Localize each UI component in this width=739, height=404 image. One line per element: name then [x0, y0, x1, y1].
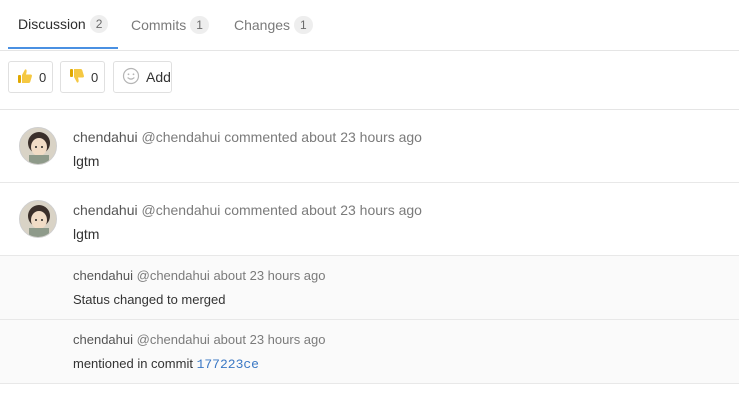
tab-discussion[interactable]: Discussion 2: [8, 0, 119, 49]
note-author[interactable]: chendahui: [73, 332, 133, 347]
tab-changes-label: Changes: [234, 16, 291, 33]
thumbs-up-award-button[interactable]: 0: [8, 61, 53, 93]
note-action: commented: [224, 129, 298, 145]
note-comment: chendahui @chendahui commented about 23 …: [0, 183, 739, 256]
note-handle[interactable]: @chendahui: [142, 202, 221, 218]
tab-commits-count: 1: [190, 15, 209, 34]
note-author[interactable]: chendahui: [73, 129, 138, 145]
tab-discussion-count: 2: [89, 14, 109, 33]
avatar[interactable]: [19, 127, 57, 165]
note-body: mentioned in commit 177223ce: [73, 356, 259, 372]
note-timestamp[interactable]: about 23 hours ago: [301, 202, 422, 218]
tab-commits[interactable]: Commits 1: [131, 0, 209, 49]
award-bar: 0 0 Add: [0, 50, 739, 110]
add-award-label: Add: [146, 69, 171, 85]
merge-request-tabs: Discussion 2 Commits 1 Changes 1: [0, 0, 739, 51]
note-action: commented: [224, 202, 298, 218]
tab-changes-count: 1: [294, 15, 313, 34]
system-note: chendahui @chendahui about 23 hours ago …: [0, 256, 739, 320]
note-handle[interactable]: @chendahui: [137, 268, 210, 283]
thumbs-down-icon: [69, 68, 85, 87]
note-header: chendahui @chendahui commented about 23 …: [73, 202, 422, 218]
note-author[interactable]: chendahui: [73, 268, 133, 283]
note-header: chendahui @chendahui commented about 23 …: [73, 129, 422, 145]
note-timestamp[interactable]: about 23 hours ago: [213, 268, 325, 283]
note-body: lgtm: [73, 153, 100, 169]
tab-commits-label: Commits: [131, 16, 187, 33]
add-award-button[interactable]: Add: [113, 61, 172, 93]
avatar[interactable]: [19, 200, 57, 238]
note-header: chendahui @chendahui about 23 hours ago: [73, 268, 326, 283]
note-comment: chendahui @chendahui commented about 23 …: [0, 110, 739, 183]
tab-changes[interactable]: Changes 1: [234, 0, 313, 49]
thumbs-up-count: 0: [39, 69, 47, 85]
thumbs-down-award-button[interactable]: 0: [60, 61, 105, 93]
note-handle[interactable]: @chendahui: [137, 332, 210, 347]
note-body: Status changed to merged: [73, 292, 226, 307]
tab-discussion-label: Discussion: [18, 15, 86, 32]
note-body-text: mentioned in commit: [73, 356, 193, 371]
note-handle[interactable]: @chendahui: [142, 129, 221, 145]
note-body: lgtm: [73, 226, 100, 242]
note-author[interactable]: chendahui: [73, 202, 138, 218]
thumbs-down-count: 0: [91, 69, 99, 85]
commit-link[interactable]: 177223ce: [197, 357, 259, 372]
smiley-icon: [122, 67, 140, 88]
thumbs-up-icon: [17, 68, 33, 87]
note-header: chendahui @chendahui about 23 hours ago: [73, 332, 326, 347]
system-note: chendahui @chendahui about 23 hours ago …: [0, 320, 739, 384]
note-timestamp[interactable]: about 23 hours ago: [301, 129, 422, 145]
note-timestamp[interactable]: about 23 hours ago: [213, 332, 325, 347]
